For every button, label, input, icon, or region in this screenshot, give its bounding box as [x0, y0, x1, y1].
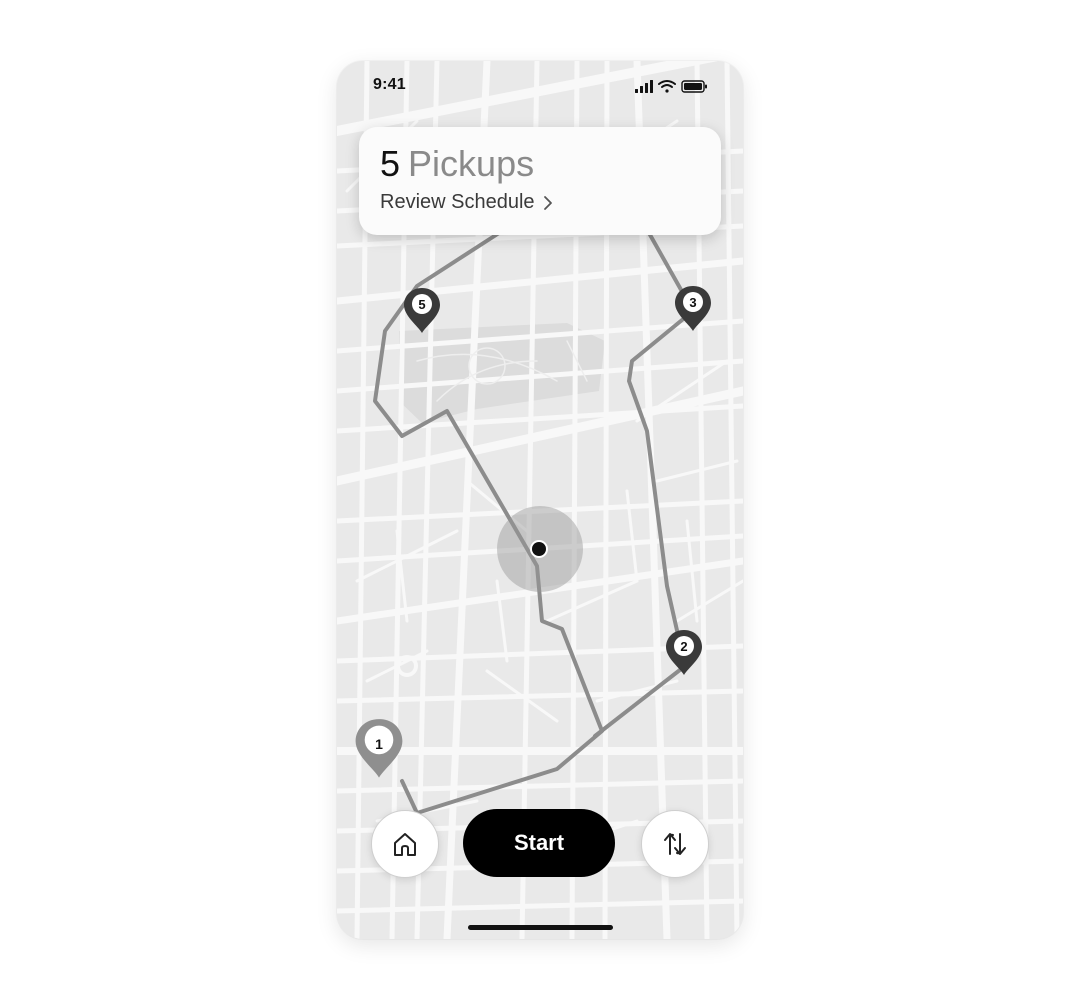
pin-number: 3 — [689, 295, 697, 310]
status-bar: 9:41 — [337, 61, 743, 111]
review-schedule-label: Review Schedule — [380, 191, 535, 213]
review-schedule-link[interactable]: Review Schedule — [380, 191, 553, 214]
pickup-pin-5[interactable]: 5 — [402, 286, 442, 336]
pickup-count: 5 — [380, 143, 401, 184]
chevron-right-icon — [543, 195, 552, 210]
swap-route-button[interactable] — [641, 810, 709, 878]
status-icons — [635, 80, 707, 93]
home-button[interactable] — [371, 810, 439, 878]
pickups-title: 5 Pickups — [380, 143, 534, 185]
phone-frame: 5 3 2 1 9:41 5 Pickups Review Schedule S… — [337, 61, 743, 939]
wifi-icon — [658, 80, 676, 93]
pin-number: 1 — [375, 736, 383, 752]
pin-number: 5 — [418, 297, 426, 312]
swap-route-icon — [664, 833, 686, 855]
home-icon — [394, 833, 416, 856]
status-time: 9:41 — [373, 76, 406, 93]
pickup-pin-1[interactable]: 1 — [353, 716, 405, 782]
start-button[interactable]: Start — [463, 809, 615, 877]
pickups-label: Pickups — [408, 143, 535, 184]
pin-number: 2 — [680, 639, 688, 654]
pickup-pin-3[interactable]: 3 — [673, 284, 713, 334]
pickups-summary-card: 5 Pickups Review Schedule — [359, 127, 721, 235]
home-indicator[interactable] — [468, 925, 613, 930]
battery-icon — [681, 80, 707, 93]
pickup-pin-2[interactable]: 2 — [664, 628, 704, 678]
current-location-marker — [497, 506, 583, 592]
signal-icon — [635, 80, 653, 93]
